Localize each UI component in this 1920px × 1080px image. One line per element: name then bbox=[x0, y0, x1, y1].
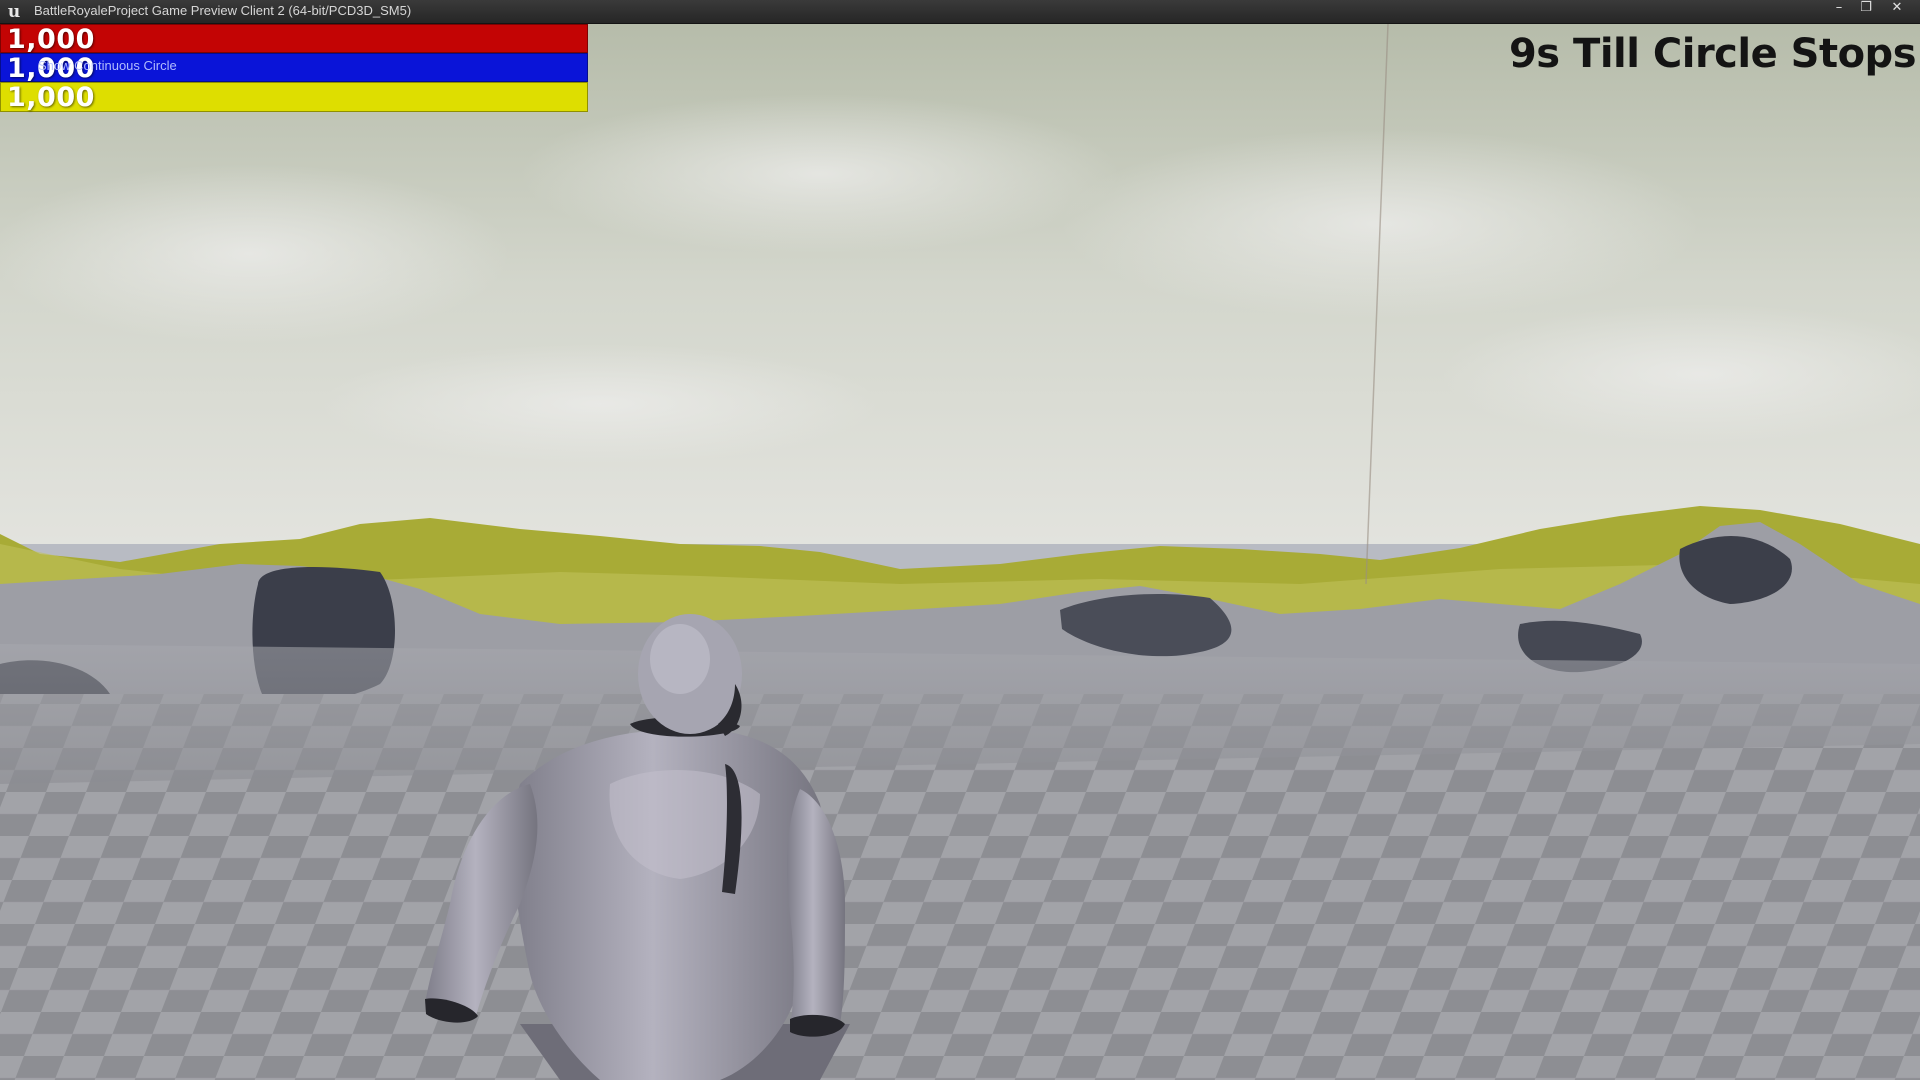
stamina-bar: 1,000 bbox=[0, 82, 588, 113]
stamina-value: 1,000 bbox=[7, 82, 95, 113]
restore-icon[interactable]: ❐ bbox=[1853, 0, 1879, 18]
window-title-bar[interactable]: u BattleRoyaleProject Game Preview Clien… bbox=[0, 0, 1920, 24]
unreal-engine-logo-icon: u bbox=[7, 2, 21, 22]
cloud bbox=[320, 344, 880, 464]
minimize-icon[interactable]: – bbox=[1826, 0, 1852, 18]
circle-timer: 9s Till Circle Stops bbox=[1508, 31, 1917, 77]
window-title: BattleRoyaleProject Game Preview Client … bbox=[34, 3, 412, 18]
game-viewport[interactable]: 1,000 1,000 1,000 Show Continuous Circle… bbox=[0, 24, 1920, 1080]
cloud bbox=[0, 164, 510, 344]
cloud bbox=[520, 94, 1120, 254]
health-bar: 1,000 bbox=[0, 24, 588, 55]
debug-message: Show Continuous Circle bbox=[38, 58, 177, 73]
game-scene bbox=[0, 24, 1920, 1080]
close-icon[interactable]: ✕ bbox=[1884, 0, 1910, 18]
